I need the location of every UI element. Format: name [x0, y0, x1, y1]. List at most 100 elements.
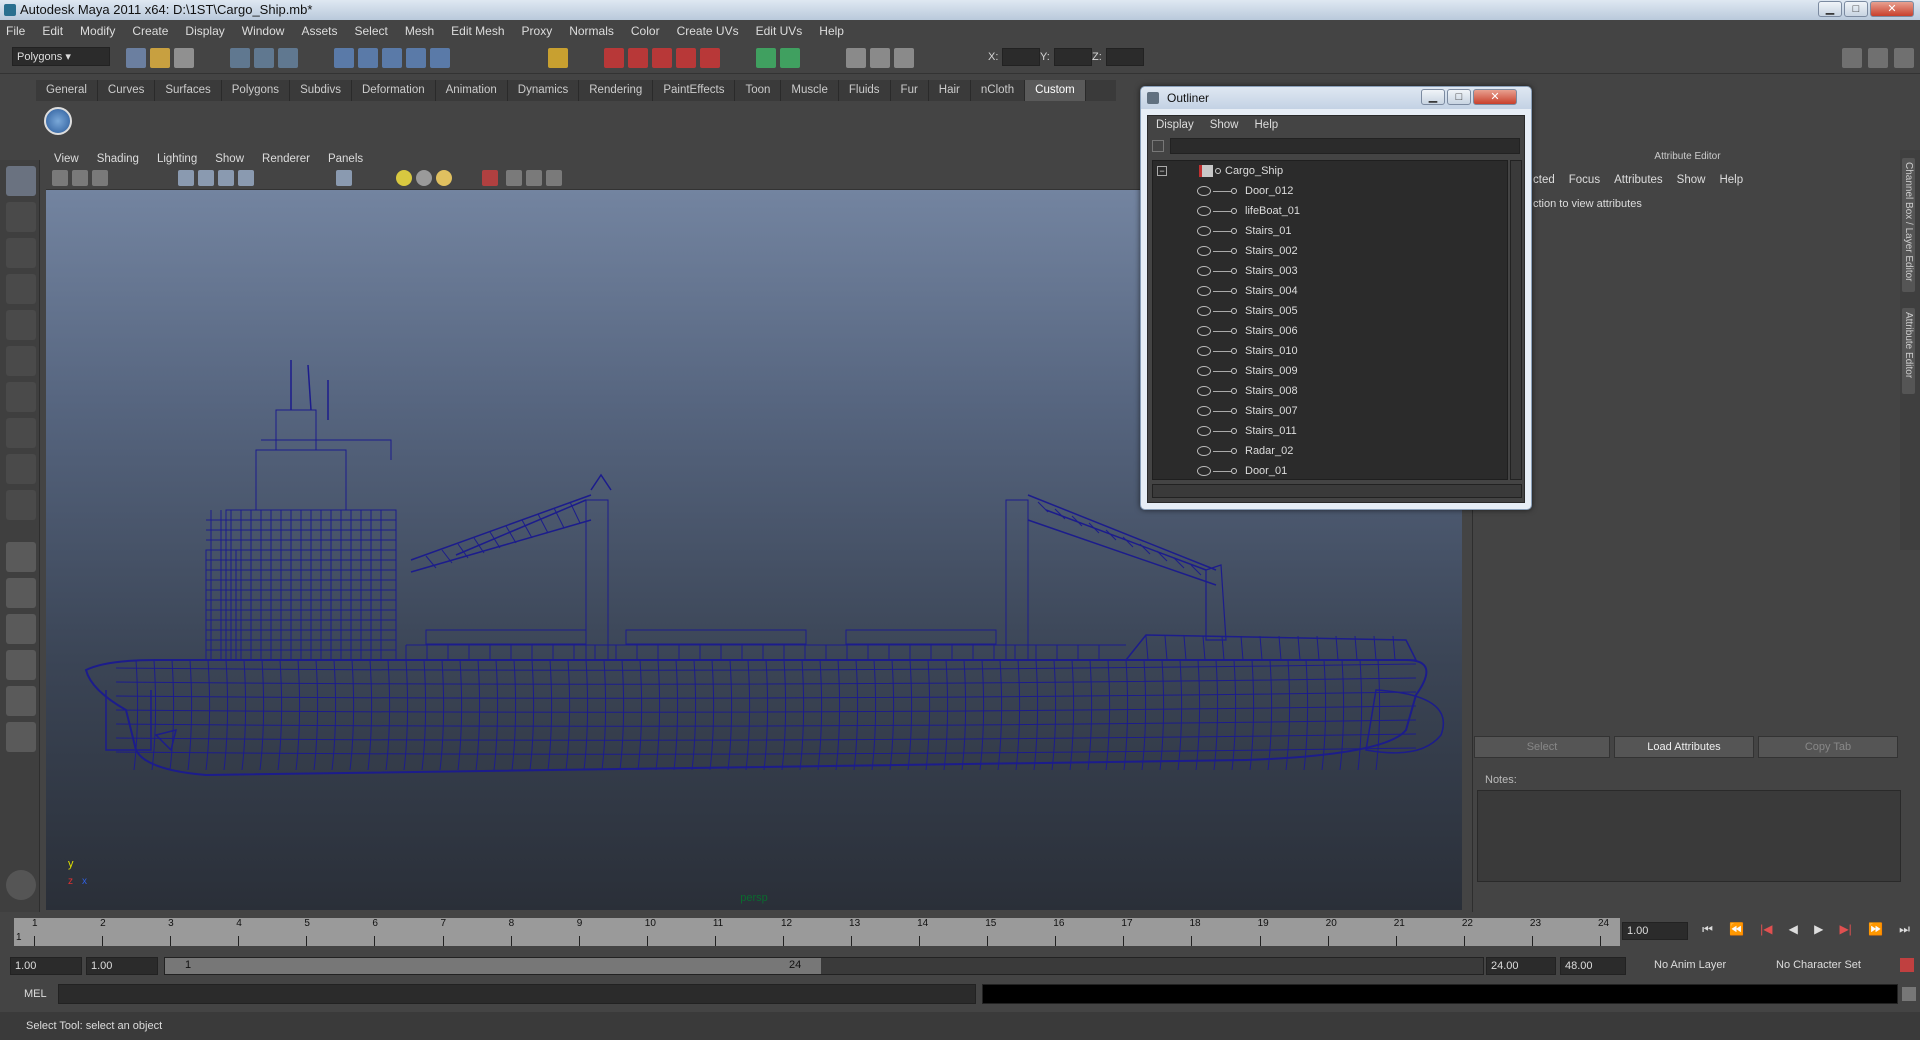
flat-shade-icon[interactable]	[218, 170, 234, 186]
shelf-tab-rendering[interactable]: Rendering	[579, 80, 654, 101]
render-globals-icon[interactable]	[700, 48, 720, 68]
save-scene-icon[interactable]	[174, 48, 194, 68]
rotate-tool-icon[interactable]	[6, 310, 36, 340]
last-tool-icon[interactable]	[6, 490, 36, 520]
lasso-tool-icon[interactable]	[6, 202, 36, 232]
menu-select[interactable]: Select	[354, 24, 387, 38]
render-frame-icon[interactable]	[604, 48, 624, 68]
menu-create-uvs[interactable]: Create UVs	[677, 24, 739, 38]
all-lights-icon[interactable]	[416, 170, 432, 186]
outliner-maximize-button[interactable]: □	[1447, 89, 1471, 105]
auto-key-icon[interactable]	[1900, 958, 1914, 972]
step-forward-frame-icon[interactable]: ▶|	[1839, 922, 1851, 942]
input-mode-icon[interactable]	[780, 48, 800, 68]
new-scene-icon[interactable]	[126, 48, 146, 68]
shelf-tab-painteffects[interactable]: PaintEffects	[653, 80, 736, 101]
outliner-item[interactable]: Stairs_011	[1153, 421, 1507, 441]
outliner-vertical-scrollbar[interactable]	[1510, 160, 1522, 480]
play-backward-icon[interactable]: ◀	[1789, 922, 1798, 942]
wireframe-icon[interactable]	[178, 170, 194, 186]
four-view-layout-icon[interactable]	[6, 578, 36, 608]
viewport-menu-view[interactable]: View	[54, 153, 79, 165]
menu-edit-uvs[interactable]: Edit UVs	[756, 24, 803, 38]
perspective-graph-layout-icon[interactable]	[6, 650, 36, 680]
filter-options-icon[interactable]	[1152, 140, 1164, 152]
camera-attributes-icon[interactable]	[72, 170, 88, 186]
playback-end-field[interactable]: 24.00	[1486, 957, 1556, 975]
outliner-item[interactable]: Stairs_004	[1153, 281, 1507, 301]
outliner-item[interactable]: Door_012	[1153, 181, 1507, 201]
xray-joints-icon[interactable]	[526, 170, 542, 186]
time-slider-bar[interactable]: 1 2 3 4 5 6 7 8 9 10 11 12 13 14 15 16 17 18 19 20 21 22 23 24	[14, 918, 1620, 946]
maximize-button[interactable]: □	[1844, 1, 1868, 17]
menu-set-dropdown[interactable]: Polygons ▾	[12, 47, 110, 66]
xray-icon[interactable]	[506, 170, 522, 186]
tool-settings-icon[interactable]	[894, 48, 914, 68]
command-language-label[interactable]: MEL	[24, 988, 47, 1000]
select-by-hierarchy-icon[interactable]	[230, 48, 250, 68]
select-by-component-icon[interactable]	[278, 48, 298, 68]
outliner-item[interactable]: Stairs_006	[1153, 321, 1507, 341]
xray-active-icon[interactable]	[546, 170, 562, 186]
script-editor-icon[interactable]	[1902, 987, 1916, 1001]
outliner-close-button[interactable]: ✕	[1473, 89, 1517, 105]
default-light-icon[interactable]	[396, 170, 412, 186]
render-settings-icon[interactable]	[652, 48, 672, 68]
single-perspective-layout-icon[interactable]	[6, 542, 36, 572]
command-input[interactable]	[58, 984, 976, 1004]
menu-proxy[interactable]: Proxy	[522, 24, 553, 38]
universal-manipulator-icon[interactable]	[6, 382, 36, 412]
menu-display[interactable]: Display	[185, 24, 224, 38]
hypershade-icon[interactable]	[676, 48, 696, 68]
z-field[interactable]	[1106, 48, 1144, 66]
smooth-shade-icon[interactable]	[198, 170, 214, 186]
shelf-tab-polygons[interactable]: Polygons	[222, 80, 291, 101]
menu-normals[interactable]: Normals	[569, 24, 614, 38]
open-scene-icon[interactable]	[150, 48, 170, 68]
menu-edit[interactable]: Edit	[42, 24, 63, 38]
minimize-button[interactable]: ▁	[1818, 1, 1842, 17]
outliner-item[interactable]: lifeBoat_01	[1153, 201, 1507, 221]
menu-modify[interactable]: Modify	[80, 24, 115, 38]
outliner-tree[interactable]: − Cargo_Ship Door_012 lifeBoat_01 Stairs_0…	[1152, 160, 1508, 480]
outliner-menu-display[interactable]: Display	[1156, 119, 1194, 131]
play-forward-icon[interactable]: ▶	[1814, 922, 1823, 942]
snap-view-plane-icon[interactable]	[406, 48, 426, 68]
graph-editor-layout-icon[interactable]	[6, 722, 36, 752]
shelf-tab-fluids[interactable]: Fluids	[839, 80, 891, 101]
show-manipulator-icon[interactable]	[6, 454, 36, 484]
input-line-icon[interactable]	[756, 48, 776, 68]
snap-grid-icon[interactable]	[334, 48, 354, 68]
step-back-key-icon[interactable]: ⏪	[1729, 922, 1744, 942]
menu-edit-mesh[interactable]: Edit Mesh	[451, 24, 504, 38]
range-track[interactable]: 1 24	[164, 957, 1484, 975]
soft-mod-tool-icon[interactable]	[6, 418, 36, 448]
channel-box-icon[interactable]	[870, 48, 890, 68]
outliner-filter-input[interactable]	[1170, 138, 1520, 154]
check-icon[interactable]	[44, 107, 72, 135]
select-button[interactable]: Select	[1474, 736, 1610, 758]
attr-menu-show[interactable]: Show	[1677, 174, 1706, 186]
history-icon[interactable]	[548, 48, 568, 68]
outliner-menu-help[interactable]: Help	[1255, 119, 1279, 131]
outliner-item[interactable]: Stairs_01	[1153, 221, 1507, 241]
close-button[interactable]: ✕	[1870, 1, 1914, 17]
bounding-box-icon[interactable]	[238, 170, 254, 186]
select-tool-icon[interactable]	[6, 166, 36, 196]
viewport-menu-panels[interactable]: Panels	[328, 153, 363, 165]
menu-color[interactable]: Color	[631, 24, 660, 38]
paint-select-tool-icon[interactable]	[6, 238, 36, 268]
move-tool-icon[interactable]	[6, 274, 36, 304]
attr-menu-cted[interactable]: cted	[1533, 174, 1555, 186]
perspective-outliner-layout-icon[interactable]	[6, 614, 36, 644]
outliner-item[interactable]: Stairs_005	[1153, 301, 1507, 321]
menu-mesh[interactable]: Mesh	[405, 24, 434, 38]
shelf-tab-deformation[interactable]: Deformation	[352, 80, 436, 101]
outliner-item[interactable]: Stairs_009	[1153, 361, 1507, 381]
outliner-item[interactable]: Door_01	[1153, 461, 1507, 479]
menu-help[interactable]: Help	[819, 24, 844, 38]
channel-box-tab[interactable]: Channel Box / Layer Editor	[1902, 158, 1915, 292]
character-set-dropdown[interactable]: No Character Set	[1772, 957, 1882, 975]
snap-point-icon[interactable]	[382, 48, 402, 68]
panel-menu-icon[interactable]	[6, 870, 36, 900]
